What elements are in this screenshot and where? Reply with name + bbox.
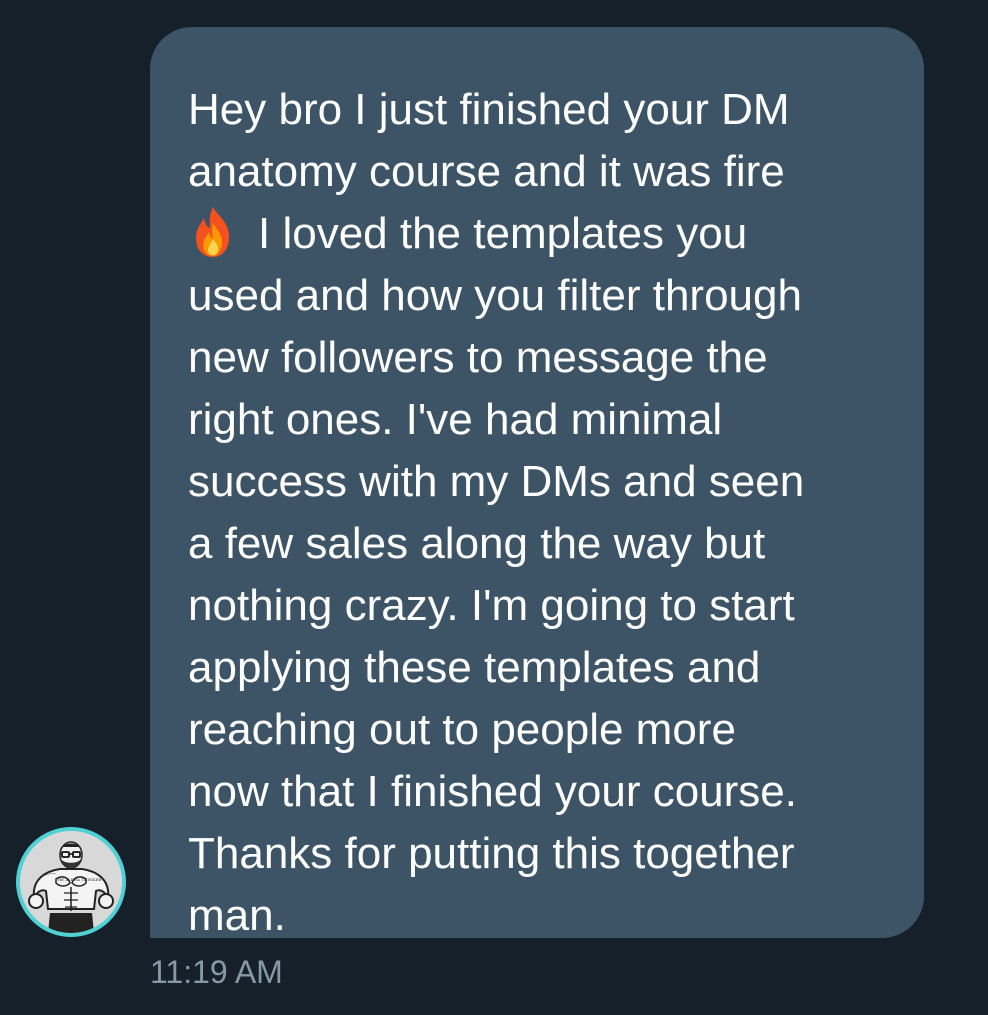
- sender-avatar[interactable]: THE ALPHA THINKER: [16, 827, 126, 937]
- message-line: right ones. I've had minimal: [188, 395, 723, 444]
- message-timestamp: 11:19 AM: [150, 954, 283, 990]
- message-line-text: I loved the templates you: [258, 209, 748, 258]
- message-line: Thanks for putting this together: [188, 829, 795, 878]
- message-line: new followers to message the: [188, 333, 768, 382]
- dm-conversation-screen: Hey bro I just finished your DM anatomy …: [0, 0, 988, 1015]
- fire-icon: [188, 205, 238, 259]
- message-line: reaching out to people more: [188, 705, 736, 754]
- message-line: Hey bro I just finished your DM: [188, 85, 790, 134]
- message-line: now that I finished your course.: [188, 767, 797, 816]
- message-bubble[interactable]: Hey bro I just finished your DM anatomy …: [150, 27, 924, 940]
- message-line: man.: [188, 891, 286, 940]
- message-line: anatomy course and it was fire: [188, 147, 785, 196]
- message-line: I loved the templates you: [188, 203, 894, 265]
- message-line: used and how you filter through: [188, 271, 802, 320]
- message-line: success with my DMs and seen: [188, 457, 805, 506]
- bodybuilder-logo-avatar-icon: THE ALPHA THINKER: [20, 831, 122, 933]
- avatar-logo-text: THE ALPHA THINKER: [55, 877, 102, 882]
- message-line: applying these templates and: [188, 643, 761, 692]
- message-line: a few sales along the way but: [188, 519, 766, 568]
- message-line: nothing crazy. I'm going to start: [188, 581, 795, 630]
